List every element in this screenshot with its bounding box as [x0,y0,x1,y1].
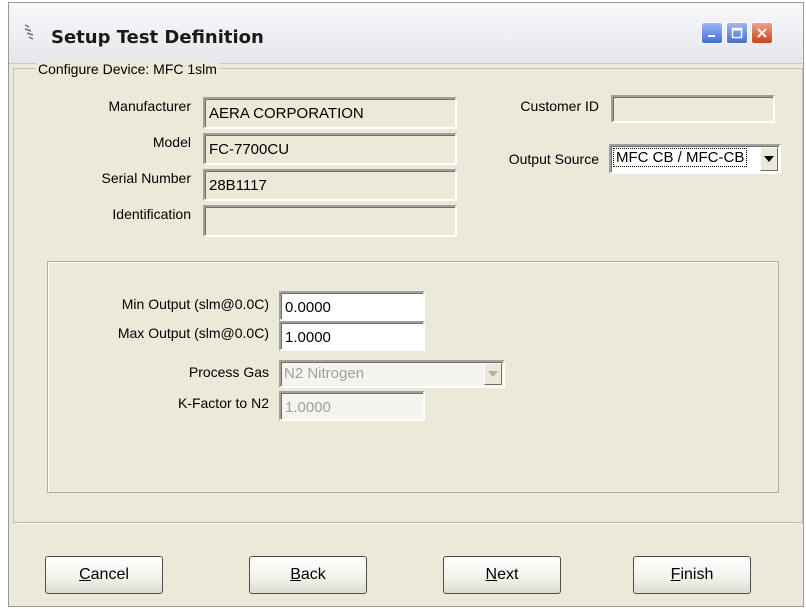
back-button[interactable]: Back [249,556,367,594]
identification-field[interactable] [203,205,457,237]
serial-number-label: Serial Number [101,170,191,186]
window-title: Setup Test Definition [51,27,264,48]
max-output-label: Max Output (slm@0.0C) [117,325,269,341]
cancel-button[interactable]: Cancel [45,556,163,594]
model-label: Model [152,134,191,150]
title-bar[interactable]: Setup Test Definition [9,3,803,64]
k-factor-label: K-Factor to N2 [177,395,269,411]
max-output-input[interactable]: 1.0000 [279,321,425,351]
output-source-select[interactable]: MFC CB / MFC-CB [609,144,781,174]
cancel-label: ancel [90,566,129,583]
manufacturer-label: Manufacturer [108,98,191,114]
output-source-label: Output Source [508,151,599,167]
output-source-value: MFC CB / MFC-CB [612,148,748,167]
serial-number-field[interactable]: 28B1117 [203,169,457,201]
min-output-input[interactable]: 0.0000 [279,291,425,321]
next-button[interactable]: Next [443,556,561,594]
chevron-down-icon [488,371,498,377]
manufacturer-field[interactable]: AERA CORPORATION [203,97,457,129]
back-accelerator: B [290,566,301,583]
minimize-icon [708,35,715,37]
process-gas-select: N2 Nitrogen [279,360,505,388]
cancel-accelerator: C [79,566,91,583]
close-button[interactable] [751,22,773,44]
customer-id-label: Customer ID [520,98,599,114]
process-gas-label: Process Gas [188,364,269,380]
dropdown-button[interactable] [760,147,778,171]
back-label: ack [300,566,326,583]
k-factor-input: 1.0000 [279,391,425,421]
app-icon [24,24,34,40]
dropdown-button-disabled [484,363,502,385]
setup-test-definition-window: Setup Test Definition Configure Device: … [8,2,804,607]
minimize-button[interactable] [701,22,723,44]
customer-id-field[interactable] [611,95,775,123]
finish-button[interactable]: Finish [633,556,751,594]
close-icon [757,28,767,38]
identification-label: Identification [112,206,191,222]
process-gas-value: N2 Nitrogen [284,365,365,382]
chevron-down-icon [764,156,774,162]
maximize-icon [731,27,743,39]
separator [17,522,795,524]
finish-label: inish [680,566,714,583]
next-label: ext [497,566,519,583]
model-field[interactable]: FC-7700CU [203,133,457,165]
next-accelerator: N [485,566,498,583]
finish-accelerator: F [670,566,681,583]
group-label: Configure Device: MFC 1slm [36,61,219,77]
maximize-button[interactable] [726,22,748,44]
min-output-label: Min Output (slm@0.0C) [121,296,269,312]
